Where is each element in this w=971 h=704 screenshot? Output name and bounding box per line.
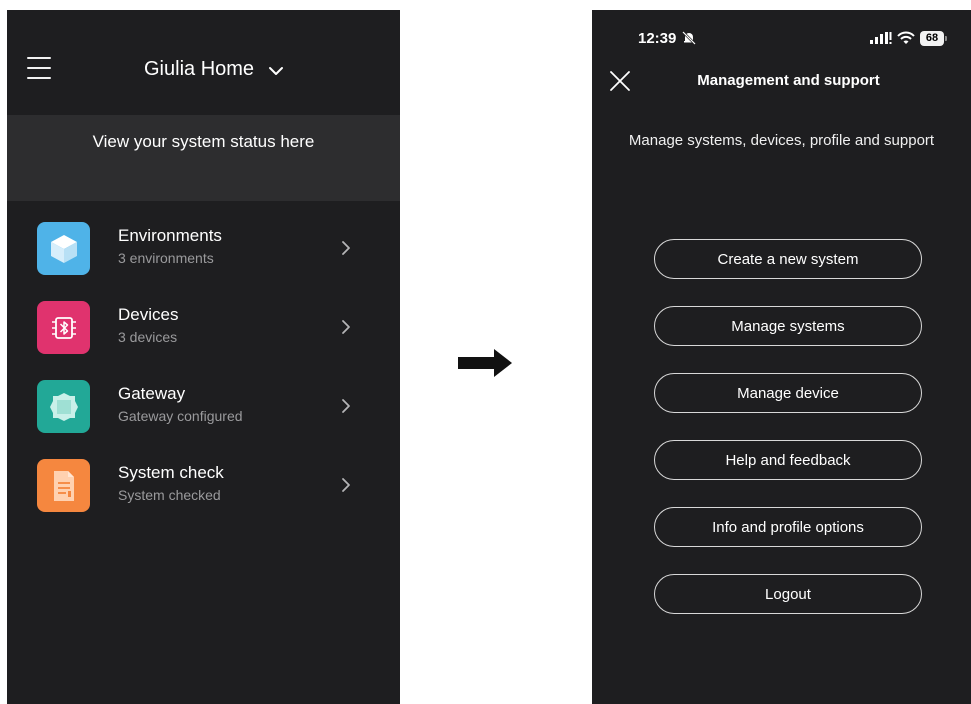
home-selector[interactable]: Giulia Home [144, 58, 284, 81]
document-check-icon [37, 459, 90, 512]
hamburger-menu-icon[interactable] [27, 57, 51, 79]
page-title: Management and support [697, 72, 880, 89]
menu-item-environments[interactable]: Environments 3 environments [7, 215, 400, 294]
bell-muted-icon [682, 31, 696, 45]
menu-item-title: Gateway [118, 384, 186, 403]
logout-button[interactable]: Logout [654, 574, 922, 614]
create-new-system-button[interactable]: Create a new system [654, 239, 922, 279]
status-banner: View your system status here [7, 115, 400, 201]
manage-systems-button[interactable]: Manage systems [654, 306, 922, 346]
status-banner-text: View your system status here [92, 132, 315, 151]
info-profile-button[interactable]: Info and profile options [654, 507, 922, 547]
manage-device-button[interactable]: Manage device [654, 373, 922, 413]
management-screen: 12:39 68 Management and support Manage s… [592, 10, 971, 704]
right-arrow-icon [458, 349, 512, 377]
page-subtitle: Manage systems, devices, profile and sup… [628, 132, 935, 149]
chevron-down-icon [269, 67, 284, 75]
help-feedback-button[interactable]: Help and feedback [654, 440, 922, 480]
menu-item-gateway[interactable]: Gateway Gateway configured [7, 373, 400, 452]
menu-list: Environments 3 environments Devices 3 de… [7, 215, 400, 531]
chevron-right-icon [342, 478, 350, 492]
chevron-right-icon [342, 399, 350, 413]
signal-icon [870, 32, 892, 44]
menu-item-subtitle: System checked [118, 487, 221, 503]
battery-level: 68 [920, 31, 944, 46]
action-list: Create a new system Manage systems Manag… [654, 239, 922, 641]
menu-item-title: System check [118, 463, 224, 482]
menu-item-subtitle: 3 environments [118, 250, 214, 266]
menu-item-subtitle: 3 devices [118, 329, 178, 345]
home-title: Giulia Home [144, 58, 255, 80]
gateway-chip-icon [37, 380, 90, 433]
menu-item-system-check[interactable]: System check System checked [7, 452, 400, 531]
cube-icon [37, 222, 90, 275]
menu-item-subtitle: Gateway configured [118, 408, 243, 424]
battery-indicator: 68 [920, 31, 947, 46]
chevron-right-icon [342, 241, 350, 255]
menu-item-title: Environments [118, 226, 222, 245]
bluetooth-chip-icon [37, 301, 90, 354]
chevron-right-icon [342, 320, 350, 334]
menu-item-title: Devices [118, 305, 179, 324]
home-screen: Giulia Home View your system status here… [7, 10, 400, 704]
wifi-icon [897, 31, 915, 44]
menu-item-devices[interactable]: Devices 3 devices [7, 294, 400, 373]
status-bar-time: 12:39 [638, 30, 677, 47]
